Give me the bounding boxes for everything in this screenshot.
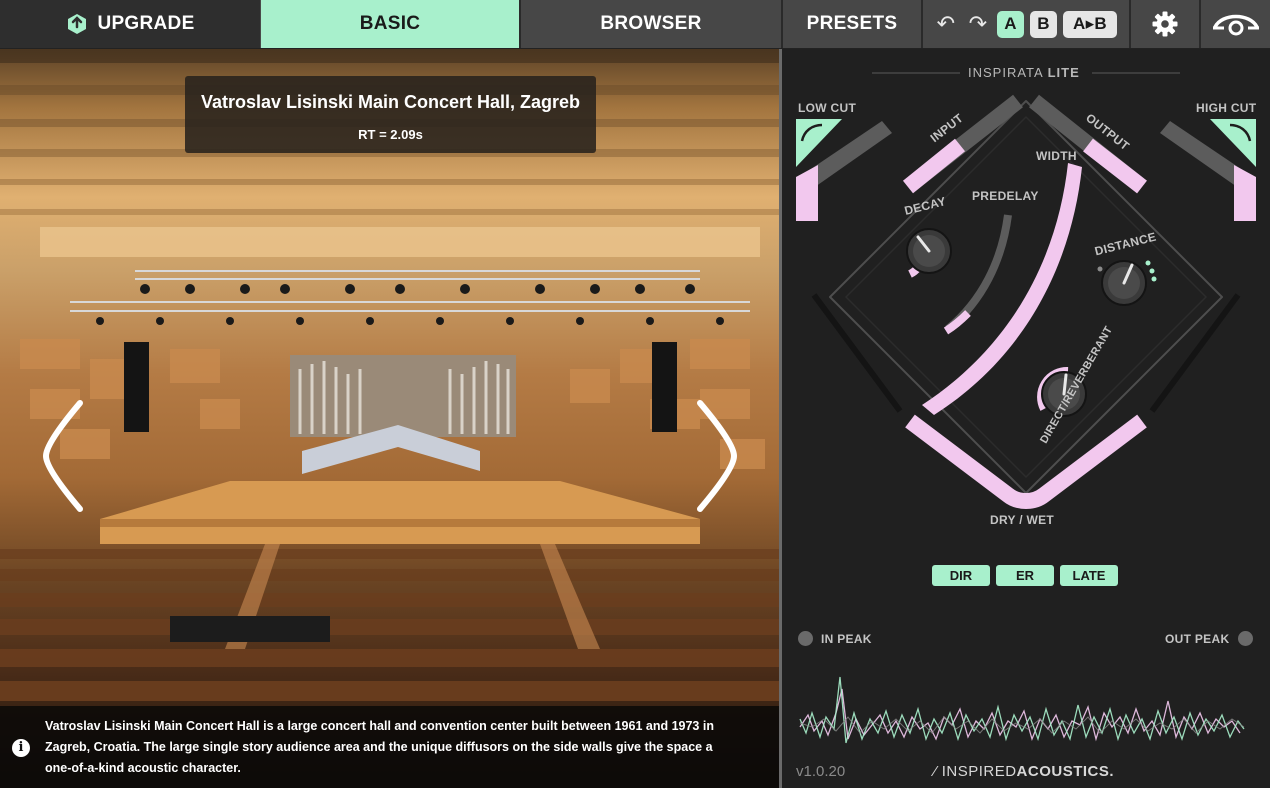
inspired-acoustics-logo-icon: [1212, 14, 1259, 36]
brand-bold: ACOUSTICS.: [1016, 763, 1115, 780]
inspired-acoustics-logo-button[interactable]: [1201, 0, 1270, 48]
reverb-control-panel: INSPIRATA LITE LOW CUT HIGH CUT INPUT OU…: [782, 49, 1270, 788]
ab-compare-group: ↶ ↷ A B A▸B: [923, 0, 1129, 48]
hall-name: Vatroslav Lisinski Main Concert Hall, Za…: [200, 92, 581, 112]
input-slider[interactable]: [902, 94, 1023, 194]
info-icon: i: [12, 739, 30, 757]
settings-button[interactable]: [1131, 0, 1199, 48]
presets-button[interactable]: PRESETS: [783, 0, 921, 48]
presets-label: PRESETS: [806, 13, 898, 34]
tab-browser-label: BROWSER: [600, 13, 702, 34]
brand-label: ⁄ INSPIREDACOUSTICS.: [934, 763, 1114, 780]
undo-icon[interactable]: ↶: [933, 11, 959, 37]
er-button[interactable]: ER: [996, 565, 1054, 586]
product-name: INSPIRATA: [968, 65, 1043, 80]
concert-hall-photo: Vatroslav Lisinski Main Concert Hall, Za…: [0, 49, 779, 788]
redo-icon[interactable]: ↷: [965, 11, 991, 37]
reverb-time: RT = 2.09s: [358, 127, 423, 142]
upgrade-button[interactable]: UPGRADE: [0, 0, 260, 48]
concert-hall-illustration: [0, 49, 779, 701]
decay-knob[interactable]: [906, 228, 952, 278]
control-graphics: [796, 72, 1256, 744]
chevron-left-icon[interactable]: [40, 399, 84, 513]
hall-description-line-2: Zagreb, Croatia. The large single story …: [45, 740, 713, 754]
dry-wet-label: DRY / WET: [990, 513, 1055, 527]
tab-browser[interactable]: BROWSER: [521, 0, 781, 48]
a-to-b-button[interactable]: A▸B: [1063, 10, 1117, 38]
tab-basic[interactable]: BASIC: [261, 0, 519, 48]
a-to-b-label: A▸B: [1073, 14, 1107, 33]
low-cut-slider[interactable]: [796, 119, 892, 221]
brand-light: INSPIRED: [941, 763, 1017, 780]
high-cut-slider[interactable]: [1160, 119, 1256, 221]
high-cut-label: HIGH CUT: [1196, 101, 1257, 115]
low-cut-label: LOW CUT: [798, 101, 857, 115]
gear-icon: [1152, 11, 1178, 37]
tab-basic-label: BASIC: [359, 13, 421, 34]
predelay-label: PREDELAY: [972, 189, 1039, 203]
dir-button[interactable]: DIR: [932, 565, 990, 586]
hall-description-line-1: Vatroslav Lisinski Main Concert Hall is …: [45, 719, 714, 733]
product-title: INSPIRATA LITE: [968, 65, 1080, 80]
hall-title-card: Vatroslav Lisinski Main Concert Hall, Za…: [185, 76, 596, 153]
version-label: v1.0.20: [796, 763, 846, 780]
out-peak-indicator[interactable]: [1238, 631, 1253, 646]
b-button-label: B: [1037, 14, 1050, 33]
a-button-label: A: [1004, 14, 1017, 33]
late-button[interactable]: LATE: [1060, 565, 1118, 586]
dir-button-label: DIR: [949, 568, 973, 583]
hall-description-line-3: one-of-a-kind acoustic character.: [45, 761, 241, 775]
distance-knob[interactable]: [1097, 260, 1157, 306]
predelay-slider[interactable]: [943, 214, 1012, 335]
dry-wet-slider[interactable]: [905, 414, 1147, 509]
out-peak-label: OUT PEAK: [1165, 632, 1230, 646]
in-peak-indicator[interactable]: [798, 631, 813, 646]
waveform-display: [799, 676, 1245, 744]
er-button-label: ER: [1015, 568, 1035, 583]
hall-description-bar: i Vatroslav Lisinski Main Concert Hall i…: [0, 706, 779, 788]
upgrade-label: UPGRADE: [97, 13, 195, 34]
brand-mark-icon: ⁄: [934, 763, 938, 780]
hall-description: Vatroslav Lisinski Main Concert Hall is …: [45, 716, 745, 779]
width-label: WIDTH: [1036, 149, 1077, 163]
b-button[interactable]: B: [1030, 10, 1057, 38]
top-toolbar: UPGRADE BASIC BROWSER PRESETS ↶ ↷ A B A▸…: [0, 0, 1270, 49]
upgrade-box-icon: [68, 14, 87, 34]
late-button-label: LATE: [1072, 568, 1106, 583]
in-peak-label: IN PEAK: [821, 632, 872, 646]
chevron-right-icon[interactable]: [696, 399, 740, 513]
a-button[interactable]: A: [997, 10, 1024, 38]
product-edition: LITE: [1047, 65, 1080, 80]
